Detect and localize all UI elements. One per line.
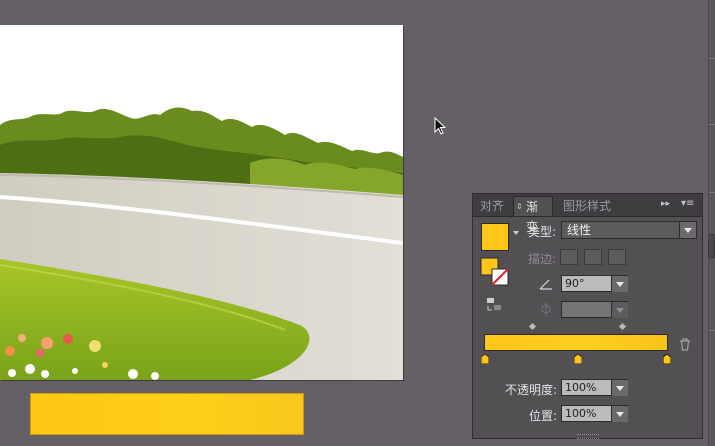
trash-icon[interactable] [679, 338, 691, 351]
gradient-slider[interactable] [484, 334, 668, 351]
tab-align[interactable]: 对齐 [476, 196, 510, 216]
gradient-rectangle[interactable] [30, 393, 304, 435]
color-stop[interactable] [574, 354, 582, 364]
chevron-down-icon [612, 380, 628, 396]
chevron-down-icon [612, 276, 628, 292]
panel-resize-grip[interactable] [577, 434, 599, 439]
stroke-apply-within-button[interactable] [560, 249, 578, 265]
artboard[interactable] [0, 25, 403, 380]
opacity-input[interactable]: 100% [561, 379, 613, 396]
location-input[interactable]: 100% [561, 405, 613, 422]
collapse-panel-icon[interactable]: ▸▸ [661, 200, 670, 209]
reverse-gradient-icon[interactable] [485, 296, 503, 314]
color-stop-selected[interactable] [663, 354, 671, 364]
angle-input[interactable]: 90° [561, 275, 613, 292]
angle-dropdown[interactable] [611, 275, 628, 292]
aspect-ratio-dropdown [611, 301, 628, 318]
aspect-ratio-input [561, 301, 613, 318]
location-label: 位置: [529, 409, 558, 423]
angle-icon [539, 279, 552, 290]
chevron-down-icon [679, 222, 696, 238]
gradient-swatch[interactable] [481, 223, 509, 251]
dock-divider [709, 124, 715, 125]
dock-scroll-thumb[interactable] [708, 234, 715, 258]
location-dropdown[interactable] [611, 405, 628, 422]
type-select[interactable]: 线性 [561, 221, 697, 239]
stroke-apply-across-button[interactable] [608, 249, 626, 265]
chevron-down-icon [612, 406, 628, 422]
type-label: 类型: [528, 225, 557, 239]
panel-tab-bar: 对齐 ⇕ 渐变 图形样式 ▸▸ ▾≡ [473, 194, 702, 234]
gradient-panel: 对齐 ⇕ 渐变 图形样式 ▸▸ ▾≡ 类型: 线性 描边: 90° 不透明度: … [472, 193, 703, 439]
landscape-illustration [0, 107, 403, 380]
fill-stroke-swatch[interactable] [479, 256, 511, 290]
swatch-dropdown-icon[interactable] [513, 231, 519, 235]
opacity-label: 不透明度: [505, 383, 558, 397]
midpoint-diamond[interactable] [528, 322, 537, 331]
stroke-apply-along-button[interactable] [584, 249, 602, 265]
midpoint-diamond[interactable] [618, 322, 627, 331]
right-dock-strip[interactable] [708, 0, 715, 446]
color-stop[interactable] [481, 354, 489, 364]
stroke-label: 描边: [528, 252, 557, 266]
panel-menu-icon[interactable]: ▾≡ [681, 199, 694, 209]
cursor-icon [434, 117, 446, 135]
dock-divider [709, 192, 715, 193]
type-select-value: 线性 [567, 223, 592, 237]
aspect-ratio-icon [541, 302, 551, 316]
tab-expand-icon: ⇕ [516, 202, 523, 211]
tab-graphic-styles[interactable]: 图形样式 [559, 196, 623, 216]
tab-gradient[interactable]: ⇕ 渐变 [513, 196, 553, 234]
dock-divider [709, 330, 715, 331]
opacity-dropdown[interactable] [611, 379, 628, 396]
chevron-down-icon [612, 302, 628, 318]
dock-divider [709, 58, 715, 59]
